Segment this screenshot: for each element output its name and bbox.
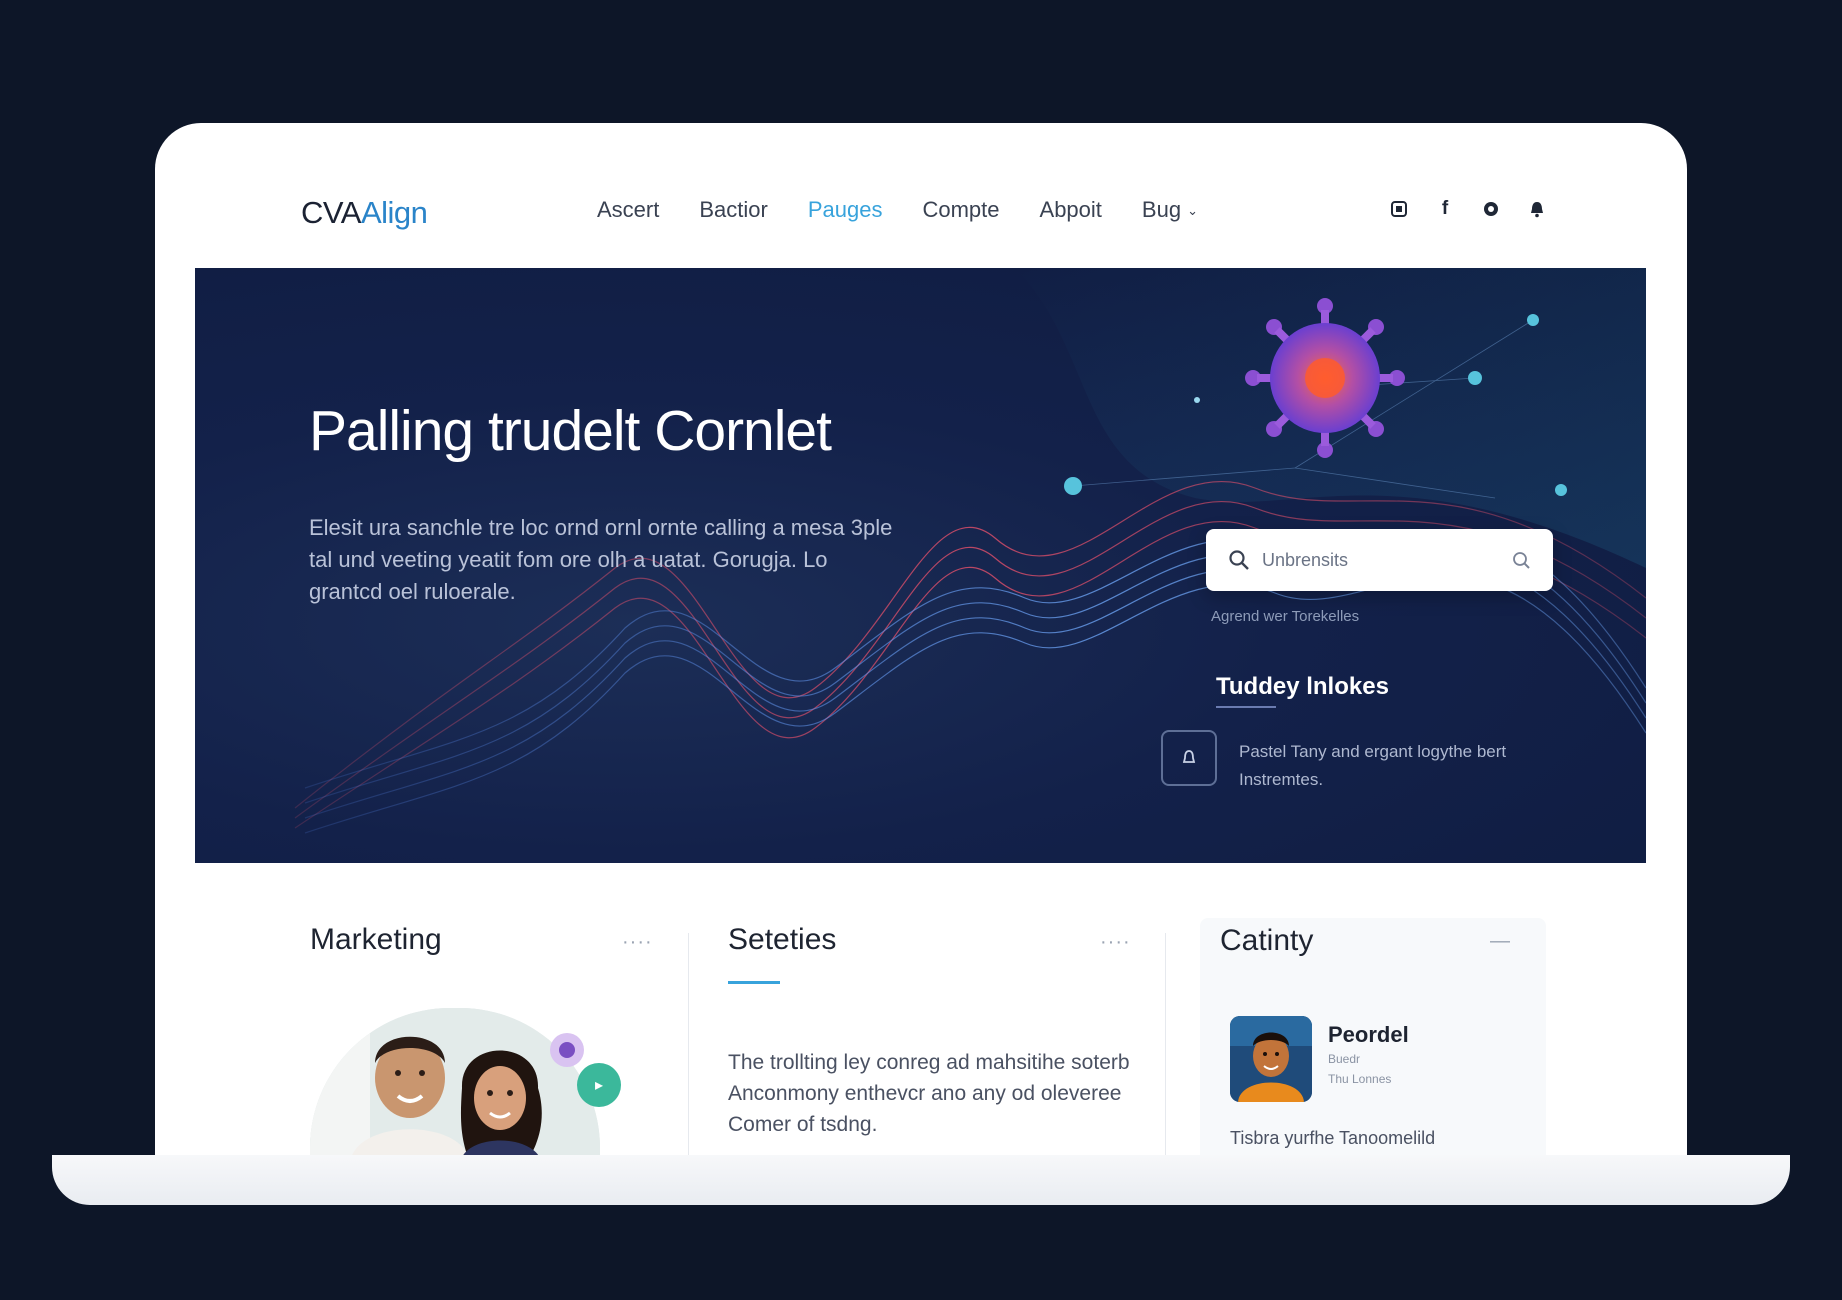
virus-icon xyxy=(1245,298,1405,458)
profile-meta: Thu Lonnes xyxy=(1328,1072,1392,1086)
trending-title: Tuddey lnlokes xyxy=(1216,673,1389,700)
bell-outline-icon xyxy=(1182,750,1196,763)
search-input[interactable]: Unbrensits xyxy=(1262,550,1511,571)
square-icon[interactable] xyxy=(1387,197,1411,221)
nav-item-pauges[interactable]: Pauges xyxy=(808,197,883,223)
brand-logo-part2: Align xyxy=(360,195,428,230)
catinty-card: Catinty — Peordel Buedr Thu Lonnes Tisbr… xyxy=(1200,918,1546,1163)
catinty-menu-icon[interactable]: — xyxy=(1490,930,1511,953)
nav-item-ascert[interactable]: Ascert xyxy=(597,197,659,223)
brand-logo-part1: CVA xyxy=(301,195,361,230)
trending-item-icon[interactable] xyxy=(1161,730,1217,786)
bell-icon[interactable] xyxy=(1525,197,1549,221)
hero-banner: Palling trudelt Cornlet Elesit ura sanch… xyxy=(195,268,1646,863)
trending-item-text[interactable]: Pastel Tany and ergant logythe bert Inst… xyxy=(1239,738,1519,794)
social-icons: f xyxy=(1387,197,1549,221)
nav-item-bactior[interactable]: Bactior xyxy=(699,197,767,223)
nav-item-bug-dropdown[interactable]: Bug ⌄ xyxy=(1142,197,1198,223)
hero-description: Elesit ura sanchle tre loc ornd ornl orn… xyxy=(309,515,893,604)
search-submit-icon[interactable] xyxy=(1511,550,1531,570)
profile-subtitle: Buedr xyxy=(1328,1052,1361,1066)
brand-logo[interactable]: CVAAlign xyxy=(301,195,428,231)
trending-underline xyxy=(1216,706,1276,708)
nav-item-abpoit[interactable]: Abpoit xyxy=(1040,197,1102,223)
laptop-screen: CVAAlign Ascert Bactior Pauges Compte Ab… xyxy=(155,123,1687,1163)
avatar[interactable] xyxy=(1230,1016,1312,1102)
marketing-menu-icon[interactable]: ···· xyxy=(622,931,653,954)
nav-item-bug-label: Bug xyxy=(1141,197,1182,222)
catinty-text: Tisbra yurfhe Tanoomelild xyxy=(1230,1128,1436,1148)
services-underline xyxy=(728,981,780,984)
main-nav: Ascert Bactior Pauges Compte Abpoit Bug ⌄ xyxy=(597,197,1198,223)
card-divider xyxy=(688,933,689,1163)
services-menu-icon[interactable]: ···· xyxy=(1100,931,1131,954)
laptop-base xyxy=(52,1155,1790,1205)
catinty-title: Catinty xyxy=(1220,924,1314,957)
profile-name: Peordel xyxy=(1328,1022,1409,1047)
services-text: The trollting ley conreg ad mahsitihe so… xyxy=(728,1051,1130,1136)
services-card: Seteties ···· The trollting ley conreg a… xyxy=(728,923,1148,1163)
services-title: Seteties xyxy=(728,923,837,956)
chat-bubble-icon xyxy=(550,1033,584,1067)
search-hint[interactable]: Agrend wer Torekelles xyxy=(1211,608,1359,625)
circle-icon[interactable] xyxy=(1479,197,1503,221)
search-bar[interactable]: Unbrensits xyxy=(1206,529,1553,591)
nav-item-compte[interactable]: Compte xyxy=(922,197,999,223)
chevron-down-icon: ⌄ xyxy=(1187,203,1198,218)
message-icon: ▸ xyxy=(577,1063,621,1107)
facebook-icon[interactable]: f xyxy=(1433,197,1457,221)
search-icon xyxy=(1229,550,1249,570)
hero-title: Palling trudelt Cornlet xyxy=(309,399,832,463)
card-divider xyxy=(1165,933,1166,1163)
marketing-title: Marketing xyxy=(310,923,442,956)
